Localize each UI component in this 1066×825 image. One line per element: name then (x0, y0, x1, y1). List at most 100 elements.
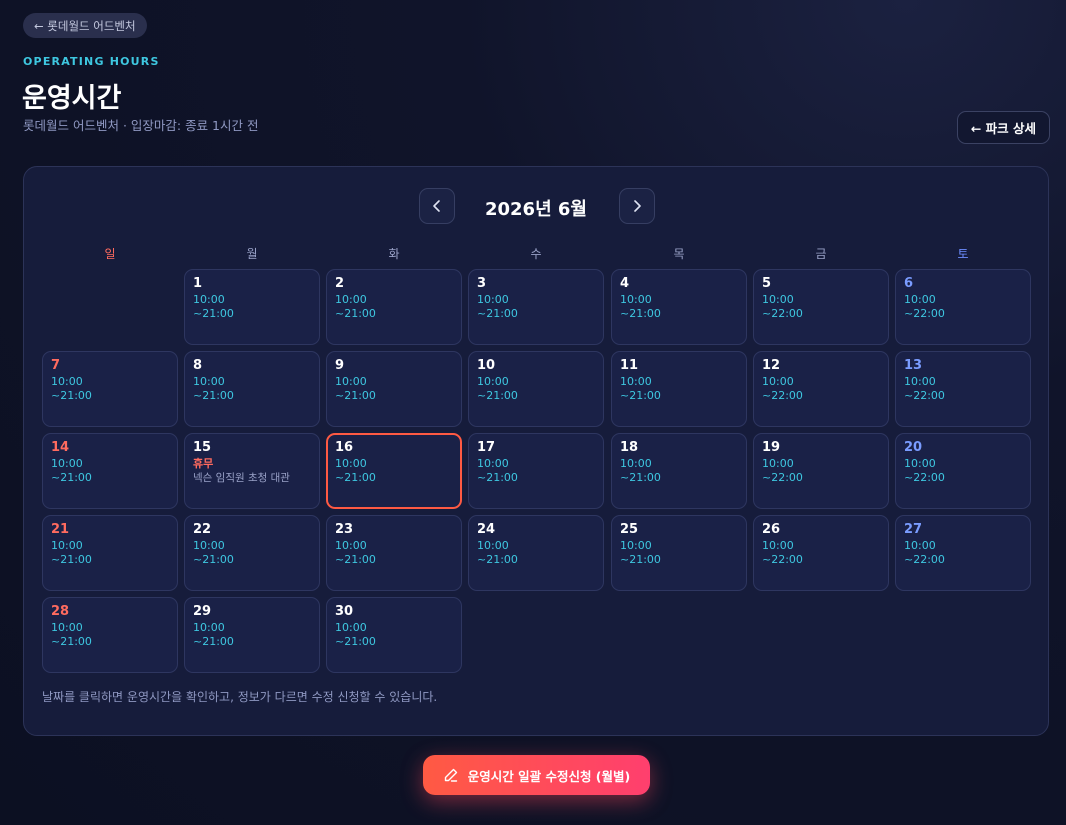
calendar-day-26[interactable]: 26 10:00 ~22:00 (753, 515, 889, 591)
calendar-day-8[interactable]: 8 10:00 ~21:00 (184, 351, 320, 427)
day-number: 29 (193, 604, 212, 619)
calendar-day-9[interactable]: 9 10:00 ~21:00 (326, 351, 462, 427)
calendar-day-25[interactable]: 25 10:00 ~21:00 (611, 515, 747, 591)
back-to-park-chip[interactable]: ← 롯데월드 어드벤처 (23, 13, 147, 38)
calendar-day-15[interactable]: 15 휴무 넥슨 임직원 초청 대관 (184, 433, 320, 509)
calendar-day-12[interactable]: 12 10:00 ~22:00 (753, 351, 889, 427)
calendar-day-19[interactable]: 19 10:00 ~22:00 (753, 433, 889, 509)
calendar-day-13[interactable]: 13 10:00 ~22:00 (895, 351, 1031, 427)
close-time: ~21:00 (51, 471, 92, 484)
open-time: 10:00 (335, 375, 367, 388)
day-number: 3 (477, 276, 487, 291)
calendar-day-16[interactable]: 16 10:00 ~21:00 (326, 433, 462, 509)
close-time: ~21:00 (335, 307, 376, 320)
open-time: 10:00 (762, 457, 794, 470)
day-number: 8 (193, 358, 203, 373)
open-time: 10:00 (762, 375, 794, 388)
calendar-day-6[interactable]: 6 10:00 ~22:00 (895, 269, 1031, 345)
day-number: 6 (904, 276, 914, 291)
calendar-day-7[interactable]: 7 10:00 ~21:00 (42, 351, 178, 427)
day-number: 12 (762, 358, 781, 373)
weekday-thu: 목 (673, 247, 685, 261)
day-number: 5 (762, 276, 772, 291)
page-title: 운영시간 (22, 83, 122, 114)
calendar-day-24[interactable]: 24 10:00 ~21:00 (468, 515, 604, 591)
chevron-right-icon (634, 200, 641, 212)
open-time: 10:00 (904, 293, 936, 306)
day-number: 4 (620, 276, 630, 291)
closed-badge: 휴무 (193, 457, 214, 470)
close-time: ~21:00 (620, 553, 661, 566)
calendar-day-28[interactable]: 28 10:00 ~21:00 (42, 597, 178, 673)
day-number: 13 (904, 358, 923, 373)
day-number: 23 (335, 522, 354, 537)
day-number: 25 (620, 522, 639, 537)
calendar-day-17[interactable]: 17 10:00 ~21:00 (468, 433, 604, 509)
day-number: 2 (335, 276, 345, 291)
day-number: 16 (335, 440, 354, 455)
calendar-day-14[interactable]: 14 10:00 ~21:00 (42, 433, 178, 509)
open-time: 10:00 (904, 539, 936, 552)
back-chip-label: ← 롯데월드 어드벤처 (34, 18, 136, 33)
day-number: 9 (335, 358, 345, 373)
calendar-day-3[interactable]: 3 10:00 ~21:00 (468, 269, 604, 345)
day-number: 18 (620, 440, 639, 455)
calendar-day-23[interactable]: 23 10:00 ~21:00 (326, 515, 462, 591)
close-time: ~22:00 (904, 307, 945, 320)
close-time: ~21:00 (335, 471, 376, 484)
bulk-edit-request-button[interactable]: 운영시간 일괄 수정신청 (월별) (423, 755, 650, 795)
open-time: 10:00 (51, 539, 83, 552)
open-time: 10:00 (477, 457, 509, 470)
calendar-day-1[interactable]: 1 10:00 ~21:00 (184, 269, 320, 345)
close-time: ~21:00 (335, 553, 376, 566)
next-month-button[interactable] (619, 188, 655, 224)
park-detail-button[interactable]: ← 파크 상세 (956, 111, 1050, 144)
pencil-icon (444, 768, 457, 782)
calendar-day-11[interactable]: 11 10:00 ~21:00 (611, 351, 747, 427)
close-time: ~21:00 (477, 307, 518, 320)
day-number: 28 (51, 604, 70, 619)
day-number: 10 (477, 358, 496, 373)
open-time: 10:00 (620, 539, 652, 552)
close-time: ~21:00 (477, 389, 518, 402)
close-time: ~21:00 (51, 635, 92, 648)
open-time: 10:00 (51, 375, 83, 388)
calendar-day-30[interactable]: 30 10:00 ~21:00 (326, 597, 462, 673)
close-time: ~22:00 (762, 307, 803, 320)
section-eyebrow: OPERATING HOURS (23, 55, 160, 68)
calendar-hint: 날짜를 클릭하면 운영시간을 확인하고, 정보가 다르면 수정 신청할 수 있습… (42, 690, 438, 704)
day-number: 20 (904, 440, 923, 455)
calendar-day-20[interactable]: 20 10:00 ~22:00 (895, 433, 1031, 509)
open-time: 10:00 (762, 293, 794, 306)
day-number: 27 (904, 522, 923, 537)
calendar-day-18[interactable]: 18 10:00 ~21:00 (611, 433, 747, 509)
weekday-wed: 수 (530, 247, 542, 261)
day-number: 30 (335, 604, 354, 619)
open-time: 10:00 (904, 457, 936, 470)
page-subtitle: 롯데월드 어드벤처 · 입장마감: 종료 1시간 전 (23, 118, 259, 133)
close-time: ~21:00 (51, 389, 92, 402)
calendar-day-22[interactable]: 22 10:00 ~21:00 (184, 515, 320, 591)
close-time: ~22:00 (762, 553, 803, 566)
calendar-day-4[interactable]: 4 10:00 ~21:00 (611, 269, 747, 345)
open-time: 10:00 (620, 293, 652, 306)
weekday-mon: 월 (246, 247, 258, 261)
weekday-sun: 일 (104, 247, 116, 261)
park-detail-label: ← 파크 상세 (970, 121, 1036, 136)
day-number: 24 (477, 522, 496, 537)
calendar-day-21[interactable]: 21 10:00 ~21:00 (42, 515, 178, 591)
close-time: ~22:00 (904, 471, 945, 484)
day-number: 22 (193, 522, 212, 537)
close-time: ~22:00 (762, 389, 803, 402)
close-time: ~21:00 (477, 471, 518, 484)
open-time: 10:00 (51, 621, 83, 634)
open-time: 10:00 (335, 621, 367, 634)
calendar-day-29[interactable]: 29 10:00 ~21:00 (184, 597, 320, 673)
calendar-day-10[interactable]: 10 10:00 ~21:00 (468, 351, 604, 427)
open-time: 10:00 (762, 539, 794, 552)
open-time: 10:00 (477, 293, 509, 306)
calendar-day-2[interactable]: 2 10:00 ~21:00 (326, 269, 462, 345)
calendar-day-27[interactable]: 27 10:00 ~22:00 (895, 515, 1031, 591)
day-number: 14 (51, 440, 70, 455)
calendar-day-5[interactable]: 5 10:00 ~22:00 (753, 269, 889, 345)
